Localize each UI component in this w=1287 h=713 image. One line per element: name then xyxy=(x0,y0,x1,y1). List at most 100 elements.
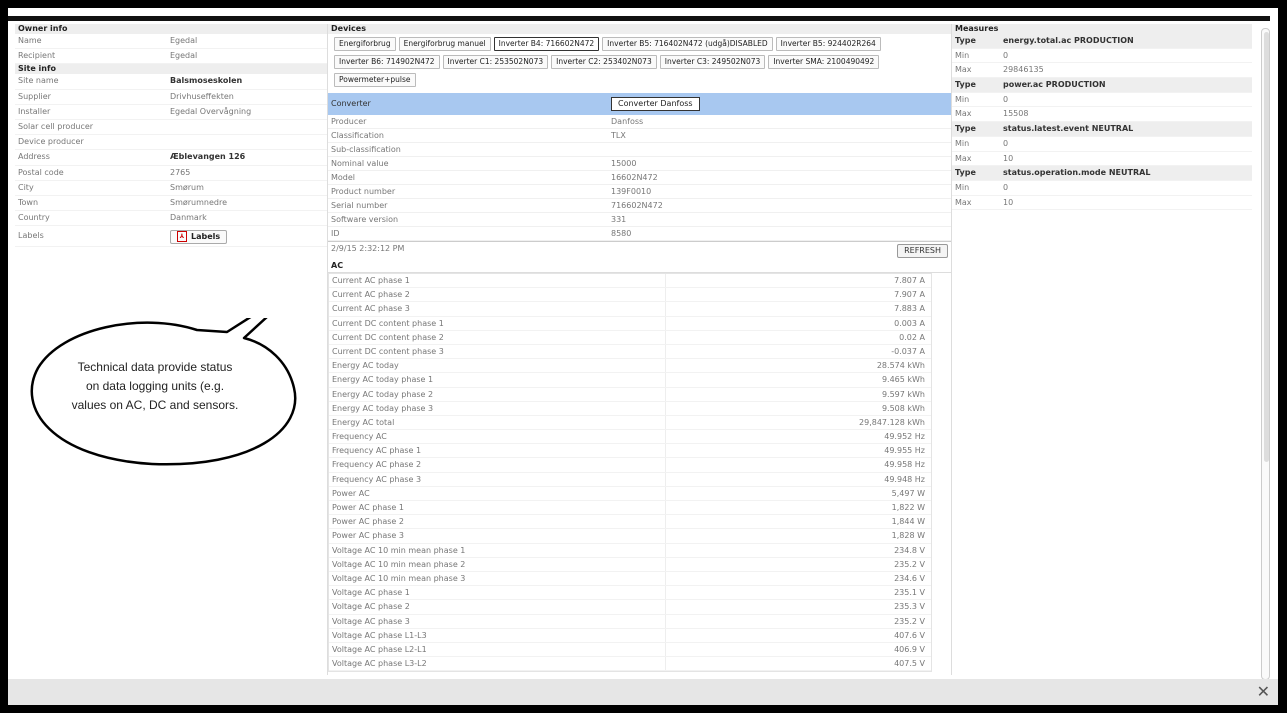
ac-table: Current AC phase 1 7.807 A Current AC phas… xyxy=(328,273,932,673)
device-detail-value: TLX xyxy=(611,131,626,140)
site-info-row: Site name Balsmoseskolen xyxy=(15,74,327,90)
ac-measure-name: Energy AC today phase 3 xyxy=(329,401,666,415)
ac-measure-name: Current AC phase 1 xyxy=(329,274,666,288)
site-info-value: Smørum xyxy=(170,182,204,192)
converter-danfoss-button[interactable]: Converter Danfoss xyxy=(611,97,700,111)
device-button[interactable]: Inverter SMA: 2100490492 xyxy=(768,55,880,69)
ac-measure-value: 235.2 V xyxy=(894,559,925,569)
device-button[interactable]: Inverter C1: 253502N073 xyxy=(442,55,549,69)
device-button[interactable]: Energiforbrug xyxy=(334,37,396,51)
measure-range-row: Min 0 xyxy=(952,181,1252,196)
measure-key: Type xyxy=(955,36,976,45)
ac-measure-name: Current AC phase 2 xyxy=(329,288,666,302)
device-detail-key: Nominal value xyxy=(331,159,389,168)
device-details: Producer Danfoss Classification TLX Sub-clas… xyxy=(328,115,952,241)
device-detail-value: 15000 xyxy=(611,159,637,168)
ac-measure-value: 407.6 V xyxy=(894,630,925,640)
ac-measure-name: Current DC content phase 1 xyxy=(329,316,666,330)
site-info-value: Smørumnedre xyxy=(170,197,228,207)
labels-row: Labels ⅄ Labels xyxy=(15,226,327,248)
measure-value: energy.total.ac PRODUCTION xyxy=(1003,36,1134,45)
converter-row: Converter Converter Danfoss xyxy=(328,93,952,115)
labels-button[interactable]: ⅄ Labels xyxy=(170,229,228,244)
device-detail-row: Serial number 716602N472 xyxy=(328,199,952,213)
device-button[interactable]: Inverter B4: 716602N472 xyxy=(493,37,600,51)
ac-table-row: Frequency AC 49.952 Hz xyxy=(329,430,931,445)
ac-table-row: Power AC phase 1 1,822 W xyxy=(329,501,931,516)
device-button[interactable]: Inverter C2: 253402N073 xyxy=(551,55,657,69)
measure-value: 0 xyxy=(1003,182,1009,192)
device-detail-key: Producer xyxy=(331,117,367,126)
ac-measure-name: Frequency AC xyxy=(329,430,666,444)
site-info-header: Site info xyxy=(15,64,327,75)
ac-measure-name: Energy AC total xyxy=(329,415,666,430)
site-info-row: Postal code 2765 xyxy=(15,166,327,181)
refresh-button[interactable]: REFRESH xyxy=(897,244,948,258)
device-button[interactable]: Inverter B6: 714902N472 xyxy=(334,55,440,69)
ac-measure-name: Voltage AC 10 min mean phase 1 xyxy=(329,543,666,557)
ac-measure-name: Power AC phase 1 xyxy=(329,501,666,515)
device-button[interactable]: Inverter B5: 716402N472 (udgå)DISABLED xyxy=(602,37,773,51)
measure-range-row: Max 15508 xyxy=(952,107,1252,123)
device-button[interactable]: Inverter C3: 249502N073 xyxy=(659,55,766,69)
ac-measure-value: 7.907 A xyxy=(894,290,925,300)
site-info-row: Supplier Drivhuseffekten xyxy=(15,90,327,105)
ac-measure-value: 407.5 V xyxy=(894,659,925,669)
measures-header: Measures xyxy=(952,24,1252,34)
ac-measure-name: Energy AC today phase 1 xyxy=(329,373,666,387)
measure-range-row: Max 10 xyxy=(952,196,1252,211)
owner-info-row: Recipient Egedal xyxy=(15,49,327,65)
device-detail-row: Product number 139F0010 xyxy=(328,185,952,199)
ac-header: AC xyxy=(328,260,952,273)
ac-measure-value: -0.037 A xyxy=(891,346,925,356)
owner-info-row: Name Egedal xyxy=(15,34,327,50)
site-info-value: Æblevangen 126 xyxy=(170,152,246,162)
ac-measure-name: Voltage AC 10 min mean phase 3 xyxy=(329,571,666,586)
site-info-list: Site name Balsmoseskolen Supplier Drivhusef… xyxy=(15,74,327,227)
owner-info-key: Name xyxy=(18,36,42,45)
measure-key: Type xyxy=(955,168,976,178)
measure-range-row: Max 10 xyxy=(952,152,1252,167)
device-detail-value: 716602N472 xyxy=(611,201,663,210)
ac-measure-name: Voltage AC phase L2-L1 xyxy=(329,642,666,657)
ac-table-row: Frequency AC phase 1 49.955 Hz xyxy=(329,444,931,459)
ac-measure-name: Current DC content phase 2 xyxy=(329,330,666,344)
ac-measure-value: 29,847.128 kWh xyxy=(859,417,925,427)
site-info-value: Drivhuseffekten xyxy=(170,91,234,101)
ac-table-row: Current DC content phase 2 0.02 A xyxy=(329,330,931,345)
measure-key: Max xyxy=(955,153,972,163)
ac-table-row: Current DC content phase 3 -0.037 A xyxy=(329,344,931,360)
ac-table-row: Energy AC today 28.574 kWh xyxy=(329,359,931,374)
ac-measure-value: 9.465 kWh xyxy=(881,375,925,385)
site-info-key: Solar cell producer xyxy=(18,121,94,131)
owner-info-value: Egedal xyxy=(170,36,198,45)
ac-measure-name: Voltage AC phase 2 xyxy=(329,600,666,614)
ac-table-row: Energy AC total 29,847.128 kWh xyxy=(329,415,931,431)
site-info-key: City xyxy=(18,182,34,192)
device-button[interactable]: Energiforbrug manuel xyxy=(398,37,491,51)
device-button[interactable]: Powermeter+pulse xyxy=(334,73,416,87)
converter-label: Converter xyxy=(331,99,371,108)
close-icon[interactable]: ✕ xyxy=(1257,682,1270,701)
device-detail-row: Software version 331 xyxy=(328,213,952,227)
ac-measure-value: 5,497 W xyxy=(891,488,925,498)
measure-type-row: Type status.operation.mode NEUTRAL xyxy=(952,166,1252,181)
device-detail-key: Serial number xyxy=(331,201,388,210)
site-info-row: Device producer xyxy=(15,135,327,151)
ac-measure-name: Energy AC today phase 2 xyxy=(329,387,666,401)
devices-column: Devices Energiforbrug Energiforbrug manue… xyxy=(327,24,952,675)
measure-type-row: Type status.latest.event NEUTRAL xyxy=(952,122,1252,137)
ac-table-row: Voltage AC phase 2 235.3 V xyxy=(329,600,931,615)
scrollbar-thumb[interactable] xyxy=(1264,32,1269,462)
measure-key: Min xyxy=(955,94,970,104)
measure-key: Max xyxy=(955,109,972,119)
ac-measure-value: 0.003 A xyxy=(894,318,925,328)
ac-table-row: Voltage AC phase L1-L3 407.6 V xyxy=(329,628,931,643)
device-button[interactable]: Inverter B5: 924402R264 xyxy=(775,37,881,51)
measure-value: 0 xyxy=(1003,50,1009,60)
site-info-value: 2765 xyxy=(170,167,191,177)
measure-range-row: Min 0 xyxy=(952,93,1252,108)
ac-table-row: Energy AC today phase 3 9.508 kWh xyxy=(329,401,931,416)
site-info-value xyxy=(170,120,327,134)
device-detail-key: Sub-classification xyxy=(331,145,401,154)
